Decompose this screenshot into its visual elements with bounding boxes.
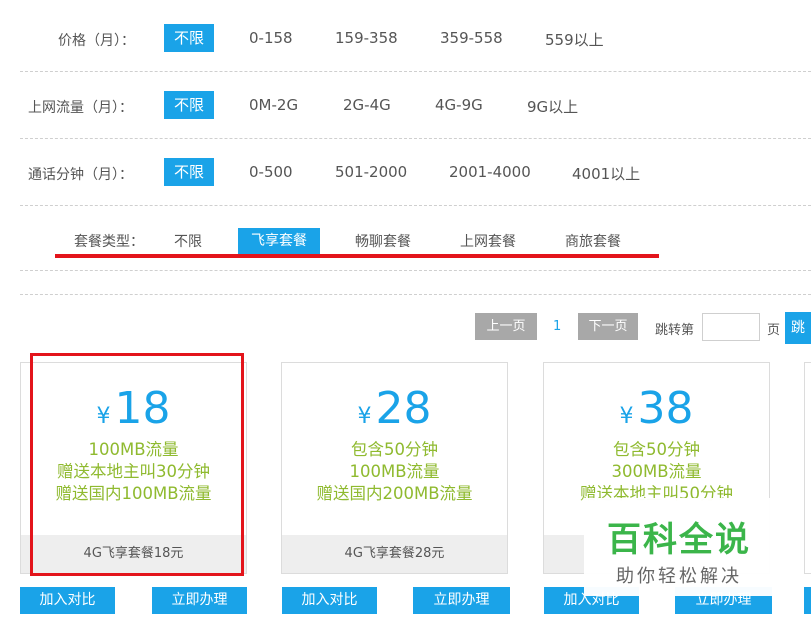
plan-price: ¥28 bbox=[282, 383, 507, 434]
add-compare-button[interactable]: 加入对比 bbox=[20, 587, 115, 614]
watermark-title: 百科全说 bbox=[607, 520, 751, 560]
price-option-359-558[interactable]: 359-558 bbox=[440, 29, 503, 47]
page-suffix: 页 bbox=[767, 323, 781, 338]
data-option-2g-4g[interactable]: 2G-4G bbox=[343, 96, 391, 114]
page-number-input[interactable] bbox=[702, 313, 760, 341]
calls-option-0-500[interactable]: 0-500 bbox=[249, 163, 293, 181]
plan-card[interactable]: ¥28 包含50分钟 100MB流量 赠送国内200MB流量 4G飞享套餐28元 bbox=[281, 362, 508, 574]
plan-feature: 100MB流量 bbox=[349, 462, 440, 481]
next-page-button[interactable]: 下一页 bbox=[578, 313, 638, 340]
divider bbox=[20, 205, 811, 206]
plan-feature: 300MB流量 bbox=[611, 462, 702, 481]
plan-name: 4G飞享套餐28元 bbox=[282, 535, 507, 573]
annotation-box bbox=[30, 353, 244, 576]
plan-type-label: 套餐类型： bbox=[74, 234, 144, 250]
price-option-159-358[interactable]: 159-358 bbox=[335, 29, 398, 47]
divider bbox=[20, 71, 811, 72]
plan-feature: 包含50分钟 bbox=[351, 440, 438, 459]
data-option-9g-plus[interactable]: 9G以上 bbox=[527, 96, 578, 117]
divider bbox=[20, 270, 811, 271]
calls-option-4001-plus[interactable]: 4001以上 bbox=[572, 163, 640, 184]
calls-option-501-2000[interactable]: 501-2000 bbox=[335, 163, 407, 181]
price-value: 38 bbox=[637, 383, 694, 434]
annotation-underline bbox=[55, 254, 659, 258]
plan-tab-shangwang[interactable]: 上网套餐 bbox=[460, 228, 516, 257]
price-option-any[interactable]: 不限 bbox=[164, 24, 214, 52]
currency-symbol: ¥ bbox=[619, 404, 634, 429]
data-option-4g-9g[interactable]: 4G-9G bbox=[435, 96, 483, 114]
apply-now-button[interactable]: 立即办理 bbox=[413, 587, 510, 614]
add-compare-button[interactable]: 加入对比 bbox=[282, 587, 377, 614]
data-filter-label: 上网流量（月）： bbox=[28, 100, 133, 116]
plan-tab-changliao[interactable]: 畅聊套餐 bbox=[355, 228, 411, 257]
add-compare-button-partial[interactable] bbox=[804, 587, 811, 614]
plan-card-partial bbox=[804, 362, 811, 574]
currency-symbol: ¥ bbox=[357, 404, 372, 429]
calls-option-any[interactable]: 不限 bbox=[164, 158, 214, 186]
current-page[interactable]: 1 bbox=[553, 319, 561, 334]
calls-option-2001-4000[interactable]: 2001-4000 bbox=[449, 163, 531, 181]
plan-feature: 包含50分钟 bbox=[613, 440, 700, 459]
plan-price: ¥38 bbox=[544, 383, 769, 434]
divider bbox=[20, 294, 811, 295]
watermark-subtitle: 助你轻松解决 bbox=[616, 566, 742, 587]
prev-page-button[interactable]: 上一页 bbox=[475, 313, 537, 340]
data-option-any[interactable]: 不限 bbox=[164, 91, 214, 119]
price-value: 28 bbox=[375, 383, 432, 434]
calls-filter-label: 通话分钟（月）： bbox=[28, 167, 133, 183]
plan-tab-feixiang[interactable]: 飞享套餐 bbox=[238, 228, 320, 254]
plan-tab-any[interactable]: 不限 bbox=[174, 228, 202, 257]
data-option-0m-2g[interactable]: 0M-2G bbox=[249, 96, 298, 114]
price-option-559-plus[interactable]: 559以上 bbox=[545, 29, 604, 50]
go-button[interactable]: 跳 bbox=[785, 312, 811, 344]
price-filter-label: 价格（月）： bbox=[58, 33, 135, 49]
apply-now-button[interactable]: 立即办理 bbox=[152, 587, 247, 614]
plan-tab-shanglv[interactable]: 商旅套餐 bbox=[565, 228, 621, 257]
watermark: 百科全说 助你轻松解决 bbox=[584, 498, 774, 596]
plan-feature: 赠送国内200MB流量 bbox=[316, 484, 473, 503]
divider bbox=[20, 138, 811, 139]
price-option-0-158[interactable]: 0-158 bbox=[249, 29, 293, 47]
jump-label: 跳转第 bbox=[655, 323, 695, 338]
